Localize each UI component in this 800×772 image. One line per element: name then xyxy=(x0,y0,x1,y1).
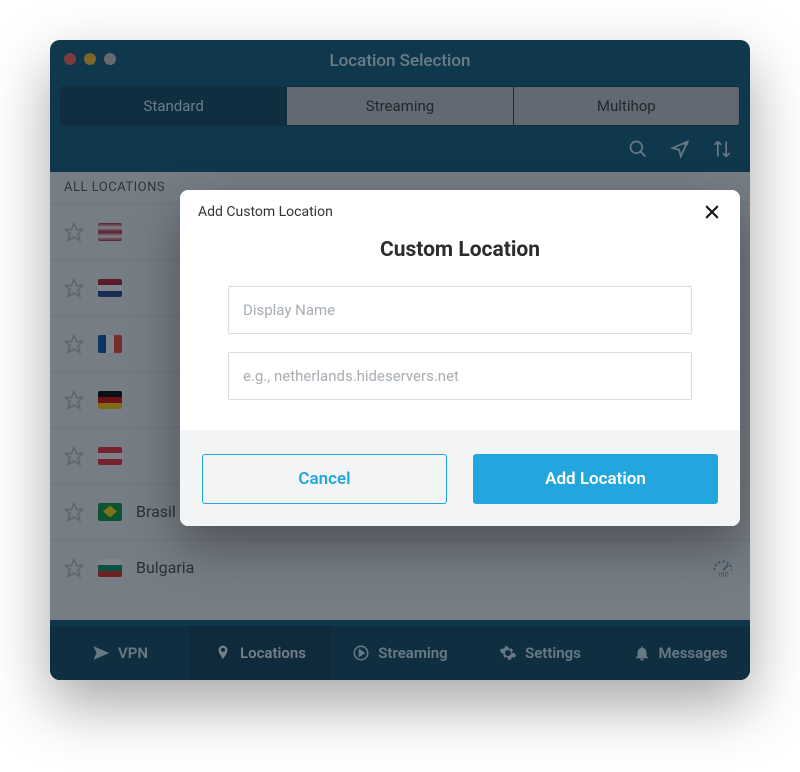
display-name-input[interactable] xyxy=(228,286,692,334)
modal-title: Custom Location xyxy=(180,238,740,262)
add-location-button[interactable]: Add Location xyxy=(473,454,718,504)
server-input[interactable] xyxy=(228,352,692,400)
cancel-button[interactable]: Cancel xyxy=(202,454,447,504)
modal-subtitle: Add Custom Location xyxy=(198,204,333,220)
app-window: Location Selection Standard Streaming Mu… xyxy=(50,40,750,680)
add-location-modal: Add Custom Location Custom Location Canc… xyxy=(180,190,740,526)
close-icon[interactable] xyxy=(702,202,722,222)
